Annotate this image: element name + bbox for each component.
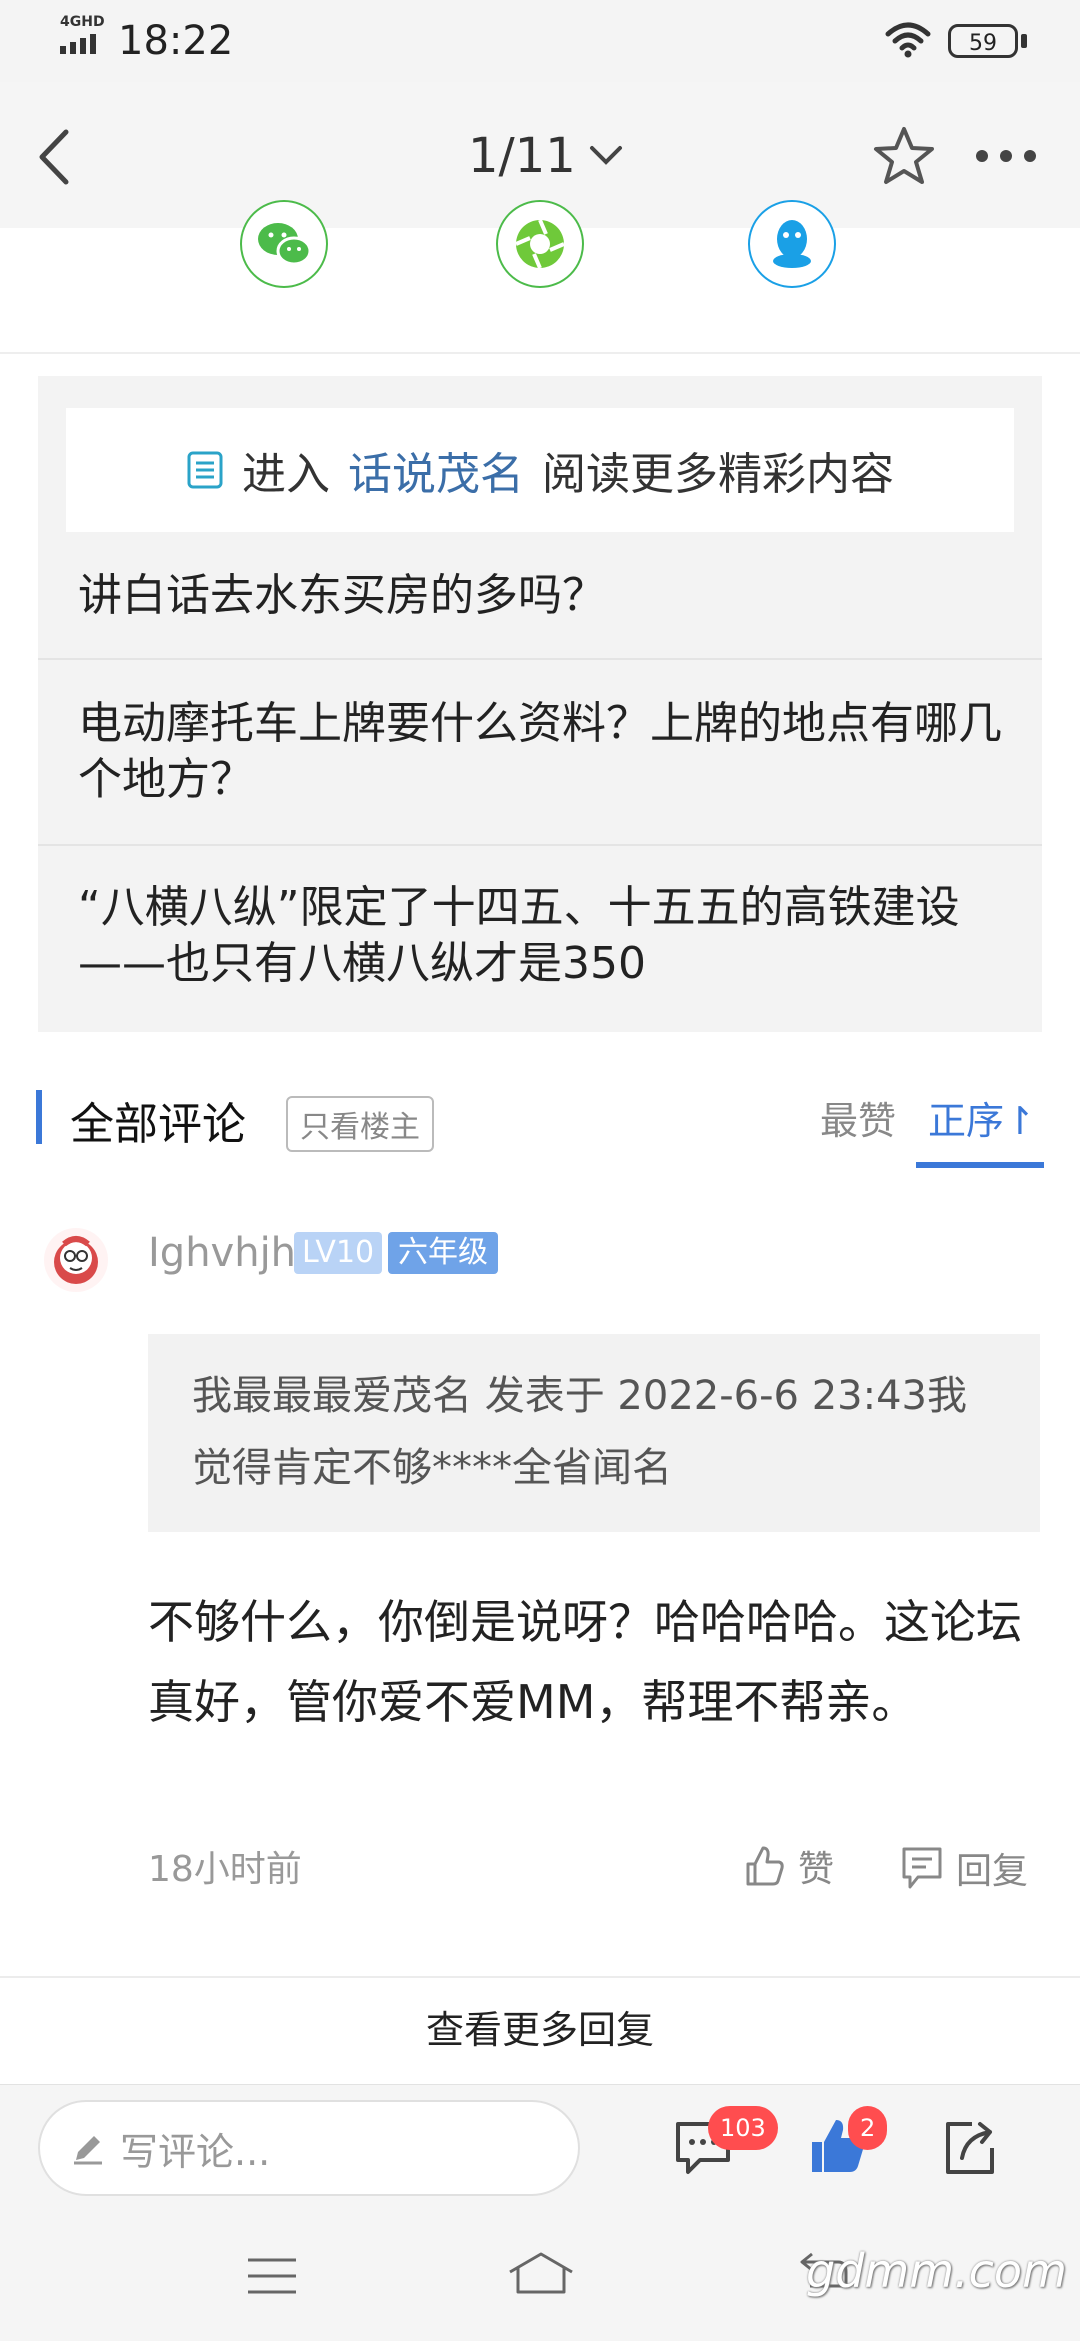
wifi-icon bbox=[885, 22, 931, 58]
back-arrow-icon[interactable] bbox=[30, 122, 80, 192]
sort-order-tab[interactable]: 正序↾ bbox=[928, 1090, 1036, 1145]
comment-like-button[interactable]: 赞 bbox=[742, 1840, 834, 1892]
comments-title: 全部评论 bbox=[70, 1099, 246, 1150]
page-indicator-text: 1/11 bbox=[468, 128, 576, 184]
only-owner-button[interactable]: 只看楼主 bbox=[286, 1096, 434, 1152]
wechat-icon bbox=[258, 223, 312, 266]
favorite-star-icon[interactable] bbox=[872, 124, 936, 188]
related-post-item[interactable]: “八横八纵”限定了十四五、十五五的高铁建设——也只有八横八纵才是350 bbox=[38, 880, 1042, 992]
comment-time: 18小时前 bbox=[148, 1849, 302, 1890]
more-options-icon[interactable] bbox=[976, 150, 1036, 162]
watermark: gdmm.com bbox=[806, 2244, 1067, 2298]
quoted-comment: 我最最最爱茂名 发表于 2022-6-6 23:43我觉得肯定不够****全省闻… bbox=[148, 1334, 1040, 1532]
enter-suffix: 阅读更多精彩内容 bbox=[542, 449, 894, 500]
divider bbox=[38, 844, 1042, 846]
view-more-replies-button[interactable]: 查看更多回复 bbox=[0, 1980, 1080, 2084]
share-icon[interactable] bbox=[942, 2118, 998, 2178]
moments-share-button[interactable] bbox=[496, 200, 584, 288]
write-comment-placeholder: 写评论... bbox=[120, 2129, 271, 2174]
document-icon bbox=[187, 451, 223, 489]
menu-icon[interactable] bbox=[246, 2256, 298, 2296]
battery-tip bbox=[1021, 34, 1027, 48]
wechat-share-button[interactable] bbox=[240, 200, 328, 288]
active-tab-underline bbox=[916, 1162, 1044, 1168]
reply-bubble-icon bbox=[902, 1847, 942, 1889]
signal-icon bbox=[60, 34, 96, 54]
enter-forum-banner[interactable]: 进入 话说茂名 阅读更多精彩内容 bbox=[66, 408, 1014, 532]
qq-icon bbox=[773, 220, 811, 268]
divider bbox=[0, 1976, 1080, 1978]
page-selector[interactable]: 1/11 bbox=[468, 128, 624, 184]
comment-count-badge: 103 bbox=[708, 2106, 778, 2150]
like-button[interactable]: 2 bbox=[806, 2106, 888, 2178]
divider bbox=[38, 658, 1042, 660]
comments-button[interactable]: 103 bbox=[672, 2106, 778, 2178]
section-accent-bar bbox=[36, 1090, 42, 1144]
sort-best-tab[interactable]: 最赞 bbox=[820, 1090, 896, 1145]
comment-username[interactable]: Ighvhjh bbox=[148, 1230, 296, 1276]
network-type: 4GHD bbox=[60, 14, 105, 30]
forum-link[interactable]: 话说茂名 bbox=[348, 438, 524, 502]
thumbs-up-icon bbox=[746, 1846, 784, 1886]
like-label: 赞 bbox=[798, 1849, 835, 1890]
comment-body: 不够什么，你倒是说呀？哈哈哈哈。这论坛真好，管你爱不爱MM，帮理不帮亲。 bbox=[148, 1595, 1022, 1729]
home-icon[interactable] bbox=[506, 2250, 576, 2296]
pencil-icon bbox=[74, 2136, 102, 2165]
status-time: 18:22 bbox=[118, 18, 234, 64]
chevron-down-icon bbox=[589, 146, 622, 165]
write-comment-input[interactable]: 写评论... bbox=[38, 2100, 580, 2196]
comment-reply-button[interactable]: 回复 bbox=[900, 1842, 1028, 1894]
qq-share-button[interactable] bbox=[748, 200, 836, 288]
grade-badge: 六年级 bbox=[388, 1232, 498, 1274]
reply-label: 回复 bbox=[956, 1851, 1029, 1892]
like-count-badge: 2 bbox=[848, 2106, 888, 2150]
level-badge: LV10 bbox=[294, 1232, 383, 1274]
enter-prefix: 进入 bbox=[242, 449, 330, 500]
moments-icon bbox=[515, 219, 565, 269]
avatar[interactable] bbox=[44, 1228, 108, 1292]
related-post-item[interactable]: 讲白话去水东买房的多吗？ bbox=[38, 568, 1042, 624]
battery-indicator: 59 bbox=[948, 24, 1018, 58]
related-post-item[interactable]: 电动摩托车上牌要什么资料？上牌的地点有哪几个地方？ bbox=[38, 696, 1042, 808]
